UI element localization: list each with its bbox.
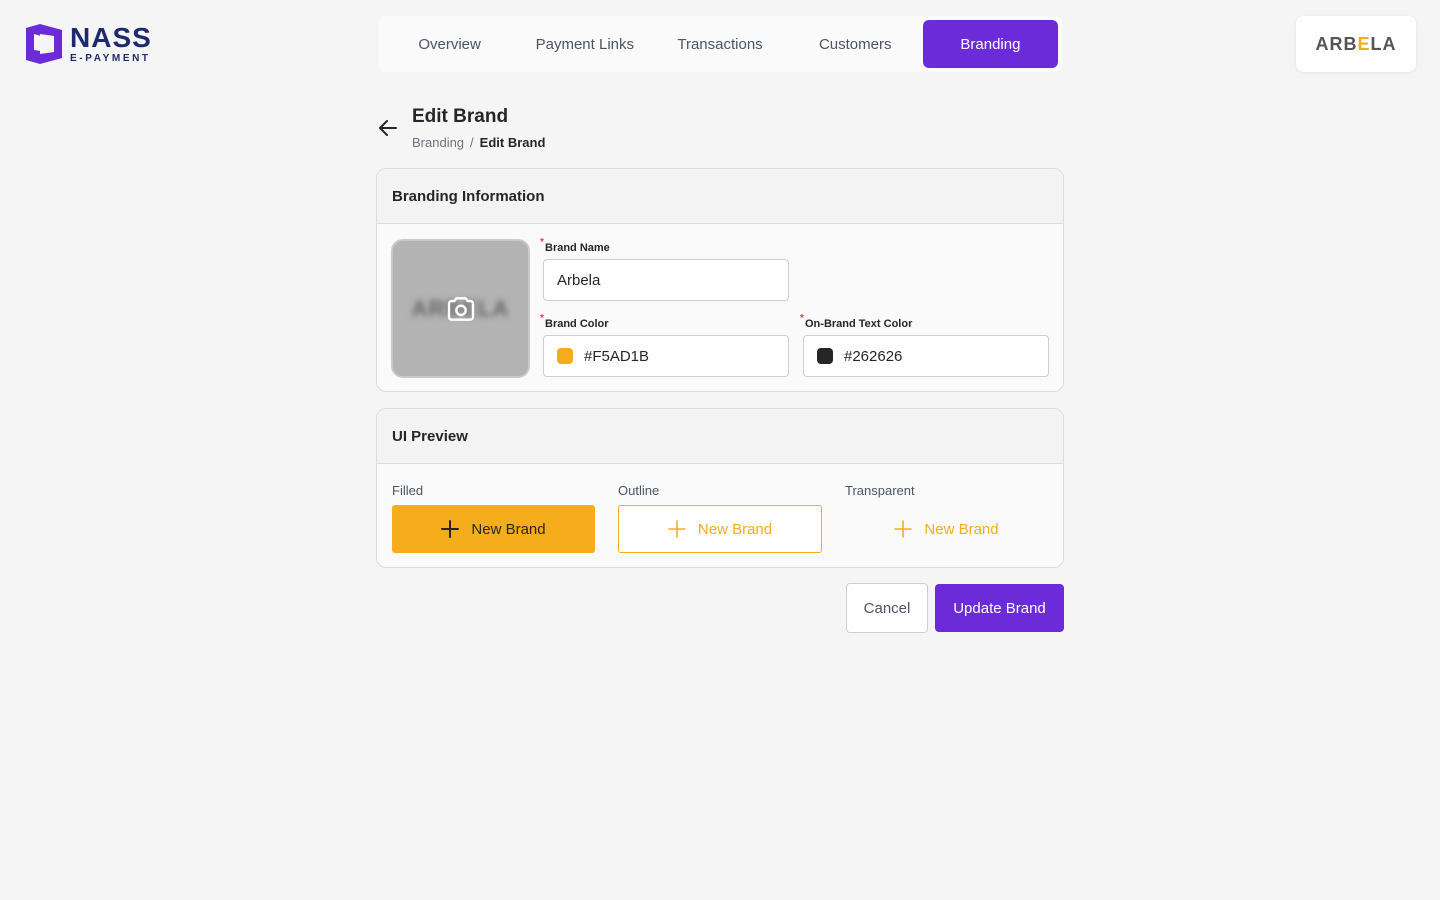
nav-tab-customers[interactable]: Customers	[788, 20, 923, 68]
filled-preview-button[interactable]: New Brand	[392, 505, 595, 553]
cancel-button[interactable]: Cancel	[846, 583, 928, 633]
breadcrumb: Branding / Edit Brand	[412, 135, 545, 150]
text-color-swatch[interactable]	[817, 348, 833, 364]
nass-logo-icon	[26, 24, 62, 64]
top-nav: Overview Payment Links Transactions Cust…	[378, 16, 1062, 72]
card-title: UI Preview	[377, 409, 1063, 464]
merchant-switcher[interactable]: ARBELA	[1296, 16, 1416, 72]
plus-icon	[668, 520, 686, 538]
page-title: Edit Brand	[412, 106, 509, 127]
transparent-preview-button[interactable]: New Brand	[845, 505, 1048, 553]
camera-icon	[447, 296, 474, 321]
breadcrumb-parent[interactable]: Branding	[412, 135, 464, 150]
text-color-label: * On-Brand Text Color	[800, 313, 913, 330]
ui-preview-card: UI Preview Filled New Brand Outline New …	[376, 408, 1064, 568]
brand-color-swatch[interactable]	[557, 348, 573, 364]
back-arrow-icon[interactable]	[376, 116, 400, 140]
card-title: Branding Information	[377, 169, 1063, 224]
nav-tab-payment-links[interactable]: Payment Links	[517, 20, 652, 68]
nav-tab-overview[interactable]: Overview	[382, 20, 517, 68]
nav-tab-branding[interactable]: Branding	[922, 20, 1059, 68]
breadcrumb-separator: /	[470, 135, 474, 150]
breadcrumb-current: Edit Brand	[479, 135, 546, 150]
brand-color-input[interactable]: #F5AD1B	[543, 335, 789, 377]
outline-preview-button[interactable]: New Brand	[618, 505, 822, 553]
filled-label: Filled	[392, 483, 424, 498]
plus-icon	[441, 520, 460, 538]
transparent-label: Transparent	[845, 483, 915, 498]
text-color-input[interactable]: #262626	[803, 335, 1049, 377]
brand-logo-upload[interactable]: ARBELA	[391, 239, 530, 378]
nav-tab-transactions[interactable]: Transactions	[652, 20, 787, 68]
plus-icon	[894, 520, 913, 538]
app-logo[interactable]: NASS E-PAYMENT	[24, 24, 152, 64]
update-brand-button[interactable]: Update Brand	[935, 584, 1064, 632]
brand-name-label: * Brand Name	[540, 237, 610, 254]
brand-color-label: * Brand Color	[540, 313, 609, 330]
brand-name-input[interactable]: Arbela	[543, 259, 789, 301]
outline-label: Outline	[618, 483, 660, 498]
logo-wordmark: NASS	[70, 22, 152, 53]
branding-information-card: Branding Information ARBELA * Brand Name…	[376, 168, 1064, 392]
logo-subtitle: E-PAYMENT	[70, 53, 151, 64]
merchant-logo: ARBELA	[1315, 33, 1397, 54]
